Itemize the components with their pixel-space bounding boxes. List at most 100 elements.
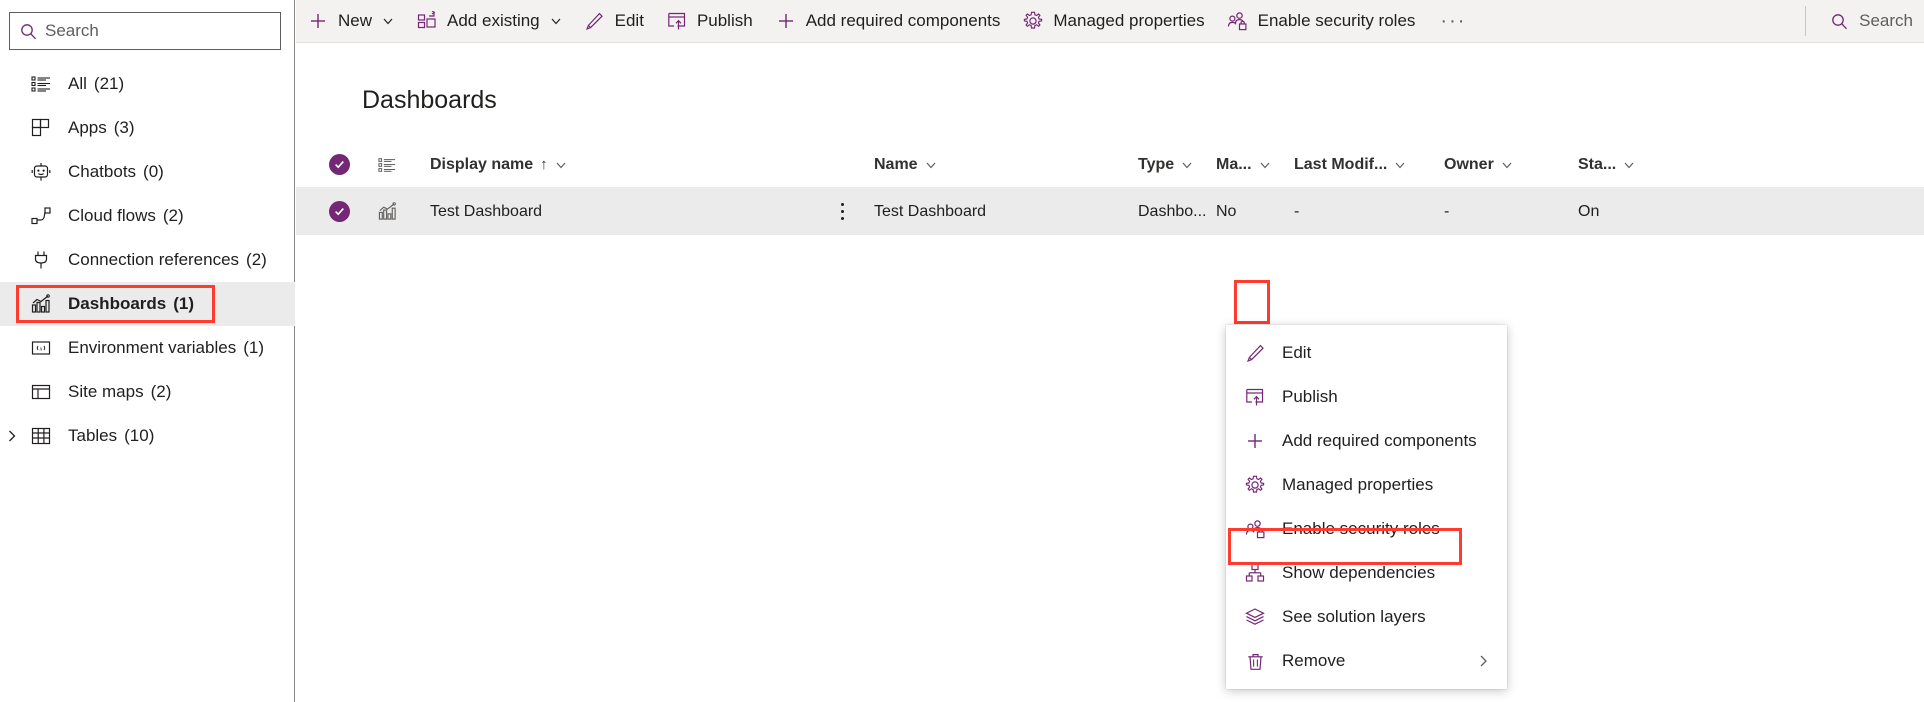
page-title: Dashboards [362,86,497,114]
sidebar-item-apps[interactable]: Apps (3) [0,106,295,150]
column-header-managed[interactable]: Ma... [1216,156,1294,174]
edit-button[interactable]: Edit [573,0,655,43]
chevron-down-icon[interactable] [550,15,562,27]
context-menu-item-label: Publish [1282,387,1338,406]
column-header-name[interactable]: Name [866,156,1138,174]
select-all-checkbox[interactable] [318,154,360,175]
managed-properties-button[interactable]: Managed properties [1011,0,1215,43]
chevron-down-icon[interactable] [1501,159,1513,171]
overflow-menu-button[interactable]: ··· [1426,0,1480,43]
chevron-down-icon[interactable] [1394,159,1406,171]
context-menu-item-label: Enable security roles [1282,519,1440,538]
sidebar-nav: All (21) Apps (3) Chatbots (0) Cloud flo… [0,62,295,458]
context-menu-item-label: Add required components [1282,431,1477,450]
sidebar-item-environment-variables[interactable]: x Environment variables (1) [0,326,295,370]
sidebar-item-cloud-flows[interactable]: Cloud flows (2) [0,194,295,238]
new-button[interactable]: New [296,0,405,43]
chevron-down-icon[interactable] [1259,159,1271,171]
security-roles-icon [1242,516,1268,542]
chevron-right-icon[interactable] [1476,654,1491,669]
divider [1805,6,1807,36]
chevron-down-icon[interactable] [555,159,567,171]
column-header-label: Display name [430,155,534,173]
table-row[interactable]: Test Dashboard Test Dashboard Dashbo... … [296,188,1924,235]
context-menu-item-publish[interactable]: Publish [1226,375,1507,419]
row-name-cell: Test Dashboard [866,203,1138,221]
row-context-menu: Edit Publish Add required components Man… [1226,325,1507,689]
gear-icon [1242,472,1268,498]
toolbar-search-input[interactable]: Search [1812,0,1924,43]
plus-icon [775,10,797,32]
row-managed: No [1216,202,1237,220]
plus-icon [1242,428,1268,454]
column-header-label: Type [1138,155,1175,173]
context-menu-item-see-solution-layers[interactable]: See solution layers [1226,595,1507,639]
context-menu-item-enable-security-roles[interactable]: Enable security roles [1226,507,1507,551]
list-icon [28,71,54,97]
publish-button-label: Publish [696,11,753,30]
chevron-down-icon[interactable] [1181,159,1193,171]
toolbar-search-placeholder: Search [1859,11,1913,30]
context-menu-item-label: Managed properties [1282,475,1434,494]
type-icon-column-header[interactable] [360,156,414,174]
row-owner-cell: - [1444,203,1578,221]
sitemap-layout-icon [28,379,54,405]
publish-button[interactable]: Publish [655,0,764,43]
chevron-down-icon[interactable] [925,159,937,171]
column-header-label: Last Modif... [1294,155,1388,173]
apps-grid-icon [28,115,54,141]
column-header-last-modified[interactable]: Last Modif... [1294,156,1444,174]
add-existing-icon [416,10,438,32]
row-display-name-cell[interactable]: Test Dashboard [414,203,818,221]
row-status-cell: On [1578,203,1688,221]
context-menu-item-label: Edit [1282,343,1312,362]
enable-security-roles-button[interactable]: Enable security roles [1216,0,1427,43]
row-type: Dashbo... [1138,202,1207,220]
sidebar: Search All (21) Apps (3) Chatbots (0) Cl… [0,0,295,702]
sidebar-item-label: Cloud flows [68,206,156,225]
checkmark-icon [328,201,350,222]
sidebar-item-count: (2) [246,250,267,269]
column-header-status[interactable]: Sta... [1578,156,1688,174]
chevron-down-icon[interactable] [1623,159,1635,171]
dashboard-chart-icon [360,202,414,221]
add-required-components-button[interactable]: Add required components [764,0,1012,43]
sidebar-item-chatbots[interactable]: Chatbots (0) [0,150,295,194]
column-header-owner[interactable]: Owner [1444,156,1578,174]
highlight-box-kebab-menu [1234,280,1270,324]
sidebar-item-all[interactable]: All (21) [0,62,295,106]
add-existing-button[interactable]: Add existing [405,0,573,43]
sidebar-item-count: (2) [150,382,172,401]
row-last-modified-cell: - [1294,203,1444,221]
row-type-cell: Dashbo... [1138,203,1216,221]
context-menu-item-remove[interactable]: Remove [1226,639,1507,683]
context-menu-item-label: Show dependencies [1282,563,1436,582]
row-select-checkbox[interactable] [318,201,360,222]
context-menu-item-add-required-components[interactable]: Add required components [1226,419,1507,463]
column-header-display-name[interactable]: Display name ↑ [414,156,818,174]
sidebar-item-count: (2) [162,206,184,225]
add-required-components-label: Add required components [805,11,1001,30]
sidebar-item-connection-references[interactable]: Connection references (2) [0,238,295,282]
search-icon [20,23,37,40]
column-header-type[interactable]: Type [1138,156,1216,174]
sidebar-item-label: Tables [68,426,118,445]
chevron-down-icon[interactable] [382,15,394,27]
sidebar-item-count: (1) [243,338,264,357]
variable-icon: x [28,335,54,361]
chatbot-icon [28,159,54,185]
sidebar-item-dashboards[interactable]: Dashboards (1) [0,282,295,326]
context-menu-item-show-dependencies[interactable]: Show dependencies [1226,551,1507,595]
trash-icon [1242,648,1268,674]
sidebar-search-input[interactable]: Search [9,12,281,50]
column-header-label: Owner [1444,155,1494,173]
context-menu-item-managed-properties[interactable]: Managed properties [1226,463,1507,507]
sidebar-item-label: Site maps [68,382,144,401]
dashboards-grid: Display name ↑ Name Type Ma... Last Modi… [296,142,1924,235]
context-menu-item-edit[interactable]: Edit [1226,331,1507,375]
row-more-commands-button[interactable] [818,192,866,232]
sidebar-item-site-maps[interactable]: Site maps (2) [0,370,295,414]
sidebar-item-tables[interactable]: Tables (10) [0,414,295,458]
kebab-menu-icon[interactable] [827,192,857,232]
chevron-right-icon[interactable] [4,428,20,444]
